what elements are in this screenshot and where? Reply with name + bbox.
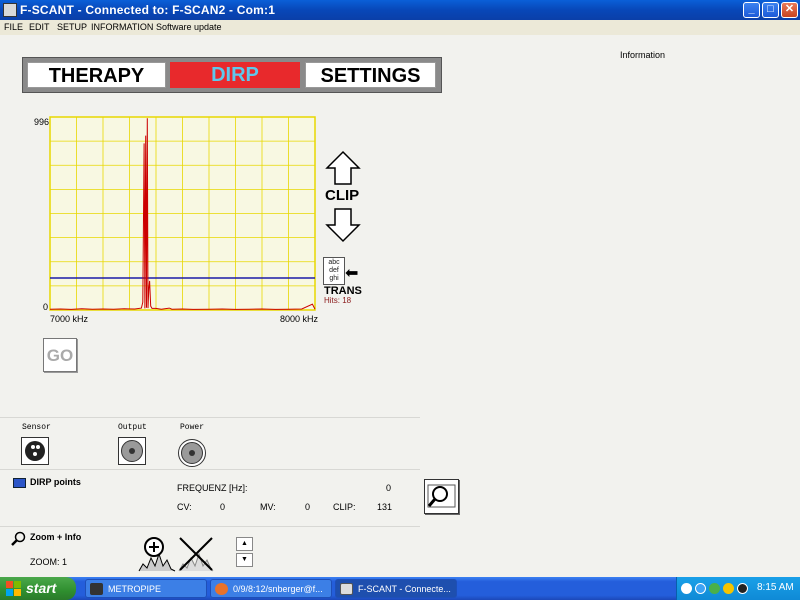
sensor-indicator-icon [21,437,49,465]
information-label: Information [620,50,666,60]
shield-icon[interactable] [709,583,720,594]
zoom-info-title: Zoom + Info [30,532,82,542]
x-end-label: 8000 kHz [280,314,319,324]
zoom-in-icon[interactable] [138,536,176,572]
back-arrow-icon[interactable] [681,583,692,594]
close-button[interactable]: ✕ [781,2,798,18]
trans-text-icon[interactable]: abc def ghi [323,257,345,285]
terminal-icon [90,583,103,595]
sensor-label: Sensor [22,423,51,432]
output-label: Output [118,423,147,432]
messenger-icon[interactable] [737,583,748,594]
separator [0,417,420,418]
taskbar-item-label: 0/9/8:12/snberger@f... [233,584,323,594]
fscant-app-icon [340,583,353,595]
tab-bar: THERAPY DIRP SETTINGS [22,57,442,93]
magnifier-icon [427,484,456,508]
clip-count-label: CLIP: [333,502,356,512]
cv-value: 0 [220,502,226,512]
power-indicator-icon [178,439,206,467]
maximize-button[interactable]: □ [762,2,779,18]
go-button[interactable]: GO [43,338,77,372]
mv-value: 0 [305,502,311,512]
taskbar-item-firefox[interactable]: 0/9/8:12/snberger@f... [210,579,332,598]
spectrum-chart[interactable]: 996 0 7000 kHz 8000 kHz [28,113,328,328]
zoom-level-label: ZOOM: 1 [30,557,68,567]
zoom-reset-icon[interactable] [178,536,214,572]
menu-software-update[interactable]: Software update [156,22,222,32]
trans-arrow-icon: ⬅ [345,265,359,282]
clock: 8:15 AM [757,582,794,593]
network-icon[interactable] [695,583,706,594]
menu-bar: FILE EDIT SETUP INFORMATION Software upd… [0,20,800,35]
y-max-label: 996 [34,117,49,127]
separator [0,526,420,527]
dirp-points-title: DIRP points [30,477,81,487]
title-bar: F-SCANT - Connected to: F-SCAN2 - Com:1 … [0,0,800,20]
dirp-points-icon [13,478,26,488]
tab-dirp[interactable]: DIRP [170,62,300,88]
taskbar: start METROPIPE 0/9/8:12/snberger@f... F… [0,577,800,600]
clip-label: CLIP [325,187,360,204]
mv-label: MV: [260,502,276,512]
menu-information[interactable]: INFORMATION [91,22,153,32]
taskbar-item-metropipe[interactable]: METROPIPE [85,579,207,598]
system-tray: 8:15 AM [676,577,800,600]
firefox-icon [215,583,228,595]
minimize-button[interactable]: _ [743,2,760,18]
info-icon[interactable] [723,583,734,594]
x-start-label: 7000 kHz [50,314,89,324]
analyze-button[interactable] [424,479,459,514]
y-min-label: 0 [43,302,48,312]
frequency-label: FREQUENZ [Hz]: [177,483,248,493]
window-title: F-SCANT - Connected to: F-SCAN2 - Com:1 [20,3,276,17]
clip-count-value: 131 [377,502,393,512]
separator [0,469,420,470]
zoom-up-button[interactable]: ▲ [236,537,253,551]
hits-label: Hits: 18 [324,296,352,305]
tab-therapy[interactable]: THERAPY [27,62,166,88]
menu-file[interactable]: FILE [4,22,23,32]
app-area: THERAPY DIRP SETTINGS Information 996 0 … [0,35,800,577]
taskbar-item-label: METROPIPE [108,584,162,594]
zoom-down-button[interactable]: ▼ [236,553,253,567]
windows-logo-icon [6,581,21,596]
zoom-info-icon [11,531,26,546]
clip-up-arrow-icon[interactable] [325,150,361,186]
taskbar-item-label: F-SCANT - Connecte... [358,584,451,594]
cv-label: CV: [177,502,192,512]
menu-setup[interactable]: SETUP [57,22,87,32]
power-label: Power [180,423,205,432]
menu-edit[interactable]: EDIT [29,22,50,32]
clip-down-arrow-icon[interactable] [325,207,361,243]
app-icon [3,3,17,17]
taskbar-item-fscant[interactable]: F-SCANT - Connecte... [335,579,457,598]
tab-settings[interactable]: SETTINGS [305,62,436,88]
frequency-value: 0 [386,483,392,493]
output-indicator-icon [118,437,146,465]
